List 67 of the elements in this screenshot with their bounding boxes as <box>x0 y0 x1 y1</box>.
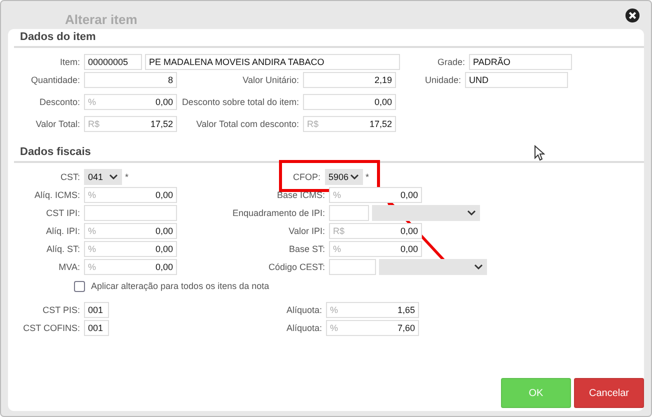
field-label: Alíq. ICMS: <box>33 190 81 200</box>
input-field[interactable]: % 0,00 <box>84 187 177 203</box>
field-label: Base ST: <box>288 244 326 254</box>
cursor-icon <box>534 145 545 161</box>
field-label: MVA: <box>58 262 81 272</box>
input-field[interactable]: PADRÃO <box>469 54 572 70</box>
input-field[interactable]: R$ 0,00 <box>329 223 422 239</box>
caret-icon <box>474 264 483 270</box>
input-field[interactable]: % 0,00 <box>329 241 422 257</box>
required-mark: * <box>366 172 370 182</box>
input-field[interactable]: 001 <box>84 302 109 318</box>
window-title: Alterar item <box>65 12 138 26</box>
input-field[interactable]: % 0,00 <box>84 241 177 257</box>
input-field[interactable]: % 7,60 <box>326 320 419 336</box>
section-title: Dados fiscais <box>20 146 91 160</box>
input-field[interactable]: PE MADALENA MOVEIS ANDIRA TABACO <box>145 54 400 70</box>
input-field[interactable]: R$ 17,52 <box>303 116 396 132</box>
input-field[interactable]: % 0,00 <box>329 187 422 203</box>
field-label: Valor Unitário: <box>242 75 300 85</box>
input-field[interactable]: % 0,00 <box>84 94 177 110</box>
field-label: Alíquota: <box>285 305 323 315</box>
field-label: Valor IPI: <box>288 226 326 236</box>
field-label: Base ICMS: <box>276 190 326 200</box>
input-field[interactable]: 8 <box>84 72 177 88</box>
field-label: Item: <box>58 57 81 67</box>
field-label: Enquadramento de IPI: <box>231 208 326 218</box>
field-label: CST IPI: <box>45 208 81 218</box>
input-field[interactable]: 001 <box>84 320 109 336</box>
dropdown[interactable] <box>372 205 480 221</box>
checkbox-label: Aplicar alteração para todos os itens da nota <box>91 281 270 291</box>
field-label: CST PIS: <box>42 305 81 315</box>
field-label: CST: <box>59 172 81 182</box>
caret-icon <box>109 174 118 180</box>
checkbox[interactable] <box>74 280 85 292</box>
field-label: Código CEST: <box>267 262 326 272</box>
required-mark: * <box>125 172 129 182</box>
field-label: Unidade: <box>424 75 462 85</box>
input-field[interactable]: 00000005 <box>84 54 142 70</box>
close-icon[interactable] <box>625 8 640 22</box>
input-field[interactable]: 0,00 <box>303 94 396 110</box>
input-field[interactable]: % 0,00 <box>84 259 177 275</box>
input-field[interactable]: UND <box>465 72 568 88</box>
field-label: CFOP: <box>292 172 322 182</box>
field-label: CST COFINS: <box>22 323 81 333</box>
caret-icon <box>467 210 476 216</box>
input-field[interactable] <box>84 205 177 221</box>
input-field[interactable]: R$ 17,52 <box>84 116 177 132</box>
field-label: Grade: <box>436 57 466 67</box>
input-field[interactable]: % 0,00 <box>84 223 177 239</box>
select-field[interactable]: 041 <box>84 169 122 185</box>
field-label: Alíquota: <box>285 323 323 333</box>
field-label: Valor Total: <box>34 119 81 129</box>
select-field[interactable]: 5906 <box>324 169 363 185</box>
field-label: Quantidade: <box>30 75 81 85</box>
cancel-button[interactable]: Cancelar <box>574 378 644 408</box>
field-label: Alíq. ST: <box>45 244 81 254</box>
input-field[interactable] <box>329 205 369 221</box>
field-label: Valor Total com desconto: <box>195 119 300 129</box>
dropdown[interactable] <box>379 259 487 275</box>
caret-icon <box>350 174 359 180</box>
input-field[interactable] <box>329 259 376 275</box>
section-title: Dados do item <box>20 31 96 45</box>
field-label: Desconto sobre total do item: <box>180 97 300 107</box>
field-label: Desconto: <box>38 97 81 107</box>
input-field[interactable]: 2,19 <box>303 72 396 88</box>
input-field[interactable]: % 1,65 <box>326 302 419 318</box>
field-label: Alíq. IPI: <box>44 226 81 236</box>
